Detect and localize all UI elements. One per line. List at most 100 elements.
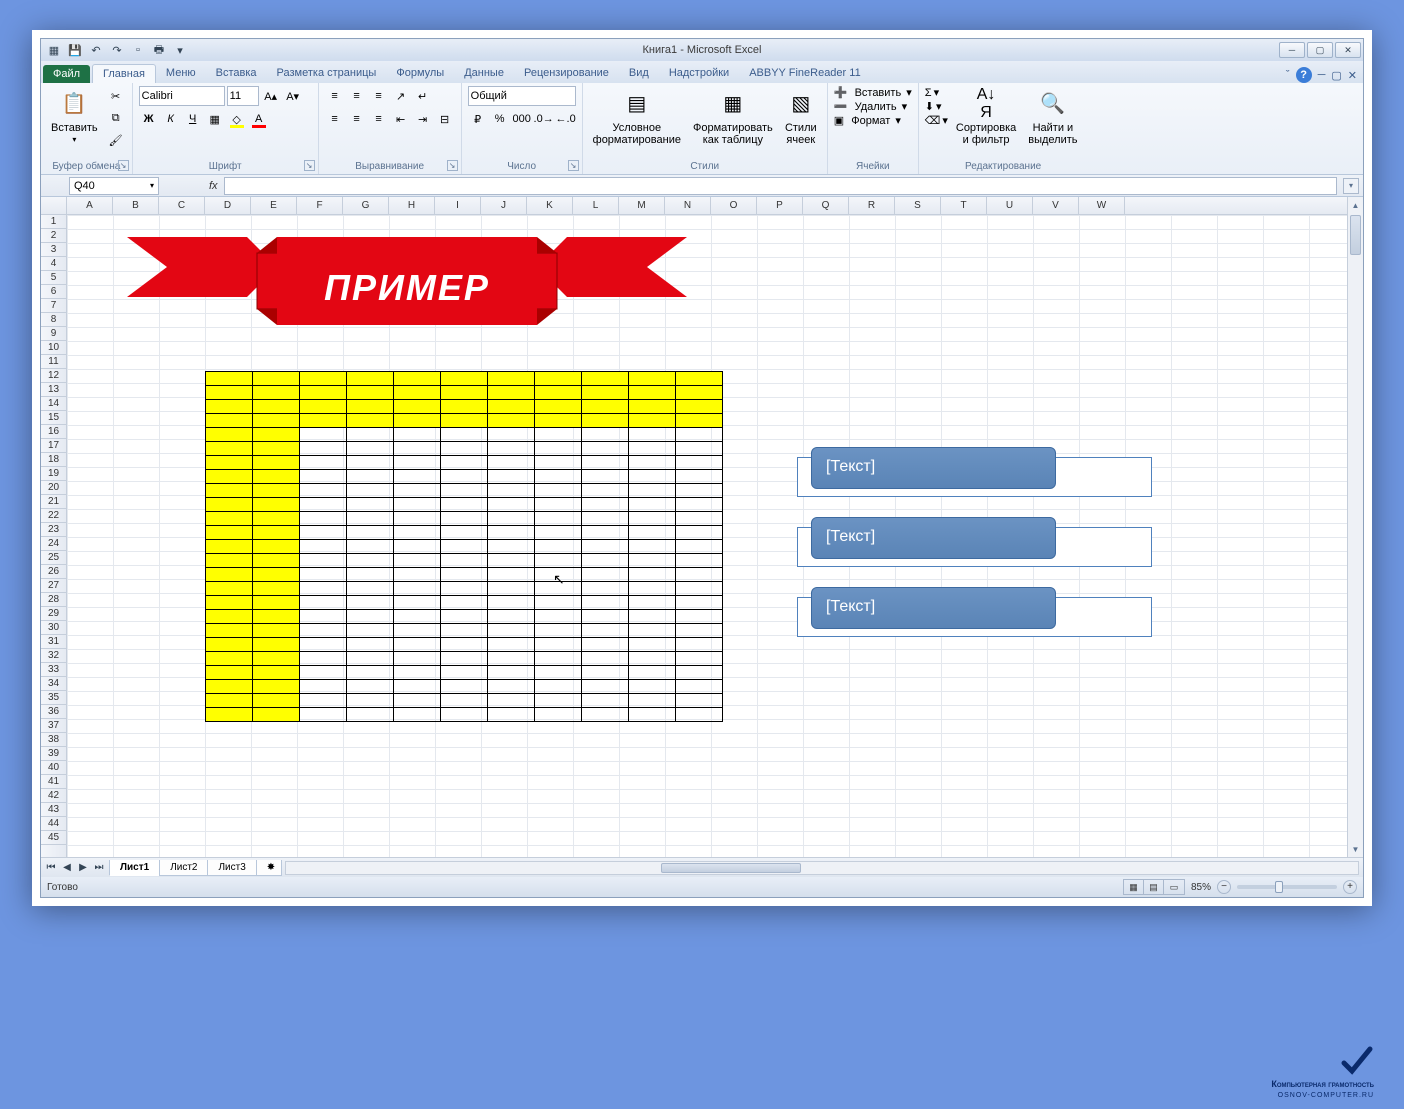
table-cell[interactable] (206, 638, 253, 652)
find-select-button[interactable]: 🔍Найти и выделить (1024, 86, 1081, 148)
table-cell[interactable] (441, 372, 488, 386)
table-cell[interactable] (676, 624, 723, 638)
table-cell[interactable] (629, 498, 676, 512)
sheet-tab-Лист2[interactable]: Лист2 (159, 860, 208, 876)
table-cell[interactable] (206, 498, 253, 512)
table-cell[interactable] (394, 372, 441, 386)
table-cell[interactable] (629, 596, 676, 610)
table-cell[interactable] (629, 456, 676, 470)
worksheet-grid[interactable]: ABCDEFGHIJKLMNOPQRSTUVW 1234567891011121… (41, 197, 1363, 857)
table-cell[interactable] (488, 652, 535, 666)
table-cell[interactable] (441, 512, 488, 526)
table-cell[interactable] (394, 694, 441, 708)
row-header-14[interactable]: 14 (41, 397, 66, 411)
table-cell[interactable] (300, 582, 347, 596)
table-cell[interactable] (300, 442, 347, 456)
row-header-1[interactable]: 1 (41, 215, 66, 229)
table-cell[interactable] (347, 428, 394, 442)
table-cell[interactable] (535, 442, 582, 456)
table-cell[interactable] (676, 498, 723, 512)
table-cell[interactable] (676, 484, 723, 498)
table-cell[interactable] (582, 498, 629, 512)
table-cell[interactable] (206, 624, 253, 638)
clipboard-launcher-icon[interactable]: ↘ (118, 160, 129, 171)
table-cell[interactable] (253, 610, 300, 624)
table-cell[interactable] (676, 610, 723, 624)
table-cell[interactable] (535, 372, 582, 386)
table-cell[interactable] (441, 470, 488, 484)
table-cell[interactable] (629, 512, 676, 526)
row-header-38[interactable]: 38 (41, 733, 66, 747)
font-launcher-icon[interactable]: ↘ (304, 160, 315, 171)
cut-icon[interactable]: ✂ (106, 86, 126, 106)
table-cell[interactable] (582, 596, 629, 610)
table-cell[interactable] (394, 428, 441, 442)
row-header-9[interactable]: 9 (41, 327, 66, 341)
table-cell[interactable] (582, 638, 629, 652)
table-cell[interactable] (394, 568, 441, 582)
table-cell[interactable] (300, 428, 347, 442)
table-cell[interactable] (206, 554, 253, 568)
zoom-thumb[interactable] (1275, 881, 1283, 893)
table-cell[interactable] (300, 470, 347, 484)
table-cell[interactable] (441, 442, 488, 456)
number-format-select[interactable] (468, 86, 576, 106)
table-cell[interactable] (347, 386, 394, 400)
smartart-item[interactable]: [Текст] (797, 587, 1152, 633)
table-cell[interactable] (300, 610, 347, 624)
table-cell[interactable] (394, 666, 441, 680)
col-header-U[interactable]: U (987, 197, 1033, 214)
col-header-R[interactable]: R (849, 197, 895, 214)
new-sheet-button[interactable]: ✸ (256, 860, 282, 876)
row-header-29[interactable]: 29 (41, 607, 66, 621)
table-cell[interactable] (488, 442, 535, 456)
table-cell[interactable] (582, 428, 629, 442)
table-cell[interactable] (347, 442, 394, 456)
horizontal-scrollbar[interactable] (285, 861, 1359, 875)
table-cell[interactable] (206, 596, 253, 610)
table-cell[interactable] (206, 540, 253, 554)
table-cell[interactable] (488, 526, 535, 540)
alignment-launcher-icon[interactable]: ↘ (447, 160, 458, 171)
col-header-I[interactable]: I (435, 197, 481, 214)
table-cell[interactable] (300, 708, 347, 722)
table-cell[interactable] (253, 484, 300, 498)
table-cell[interactable] (394, 624, 441, 638)
table-cell[interactable] (253, 638, 300, 652)
table-cell[interactable] (394, 400, 441, 414)
table-cell[interactable] (300, 638, 347, 652)
maximize-button[interactable]: ▢ (1307, 42, 1333, 58)
table-cell[interactable] (676, 708, 723, 722)
table-cell[interactable] (253, 470, 300, 484)
shrink-font-icon[interactable]: A▾ (283, 86, 303, 106)
table-cell[interactable] (394, 386, 441, 400)
table-cell[interactable] (582, 372, 629, 386)
table-cell[interactable] (206, 414, 253, 428)
minimize-button[interactable]: ─ (1279, 42, 1305, 58)
row-header-30[interactable]: 30 (41, 621, 66, 635)
align-right-icon[interactable]: ≡ (369, 109, 389, 129)
table-cell[interactable] (253, 694, 300, 708)
print-icon[interactable]: 🖶 (150, 41, 168, 59)
table-cell[interactable] (347, 708, 394, 722)
table-cell[interactable] (676, 512, 723, 526)
row-header-42[interactable]: 42 (41, 789, 66, 803)
table-cell[interactable] (582, 680, 629, 694)
table-cell[interactable] (253, 414, 300, 428)
col-header-L[interactable]: L (573, 197, 619, 214)
zoom-slider[interactable] (1237, 885, 1337, 889)
row-header-41[interactable]: 41 (41, 775, 66, 789)
table-cell[interactable] (488, 694, 535, 708)
sheet-tab-Лист1[interactable]: Лист1 (109, 860, 160, 876)
table-cell[interactable] (347, 624, 394, 638)
sheet-tab-Лист3[interactable]: Лист3 (207, 860, 256, 876)
table-cell[interactable] (676, 638, 723, 652)
row-header-33[interactable]: 33 (41, 663, 66, 677)
table-cell[interactable] (488, 428, 535, 442)
tab-рецензирование[interactable]: Рецензирование (514, 64, 619, 83)
table-cell[interactable] (535, 708, 582, 722)
table-cell[interactable] (253, 708, 300, 722)
tab-file[interactable]: Файл (43, 65, 90, 83)
table-cell[interactable] (347, 568, 394, 582)
font-name-select[interactable] (139, 86, 225, 106)
